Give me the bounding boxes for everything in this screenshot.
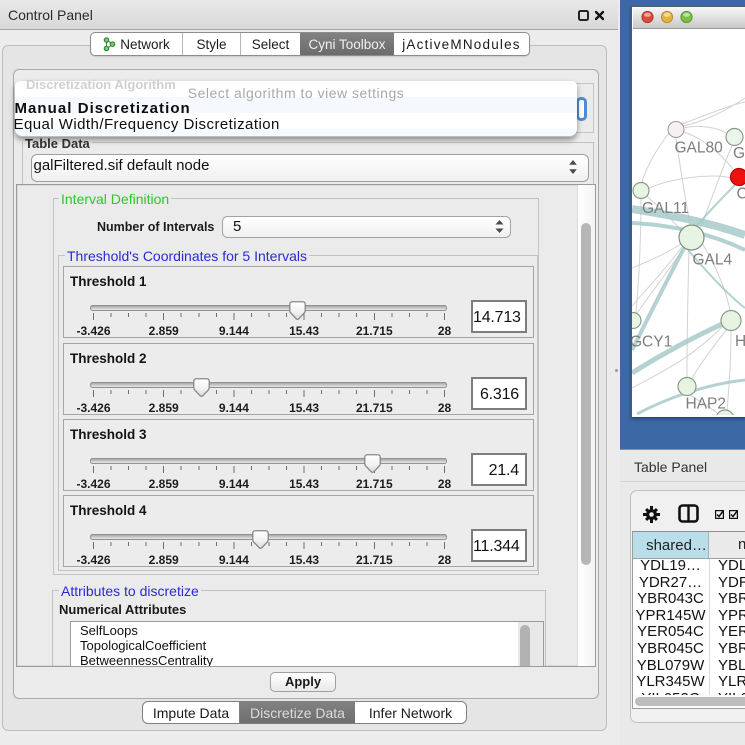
svg-text:HAP2: HAP2 bbox=[686, 395, 727, 412]
svg-text:H: H bbox=[735, 333, 745, 350]
svg-text:GAL80: GAL80 bbox=[675, 139, 724, 156]
svg-text:GAL4: GAL4 bbox=[693, 251, 733, 268]
svg-text:GAL11: GAL11 bbox=[642, 200, 689, 217]
svg-text:GA: GA bbox=[733, 145, 745, 162]
svg-text:C: C bbox=[737, 185, 745, 202]
svg-text:GCY1: GCY1 bbox=[632, 333, 672, 350]
